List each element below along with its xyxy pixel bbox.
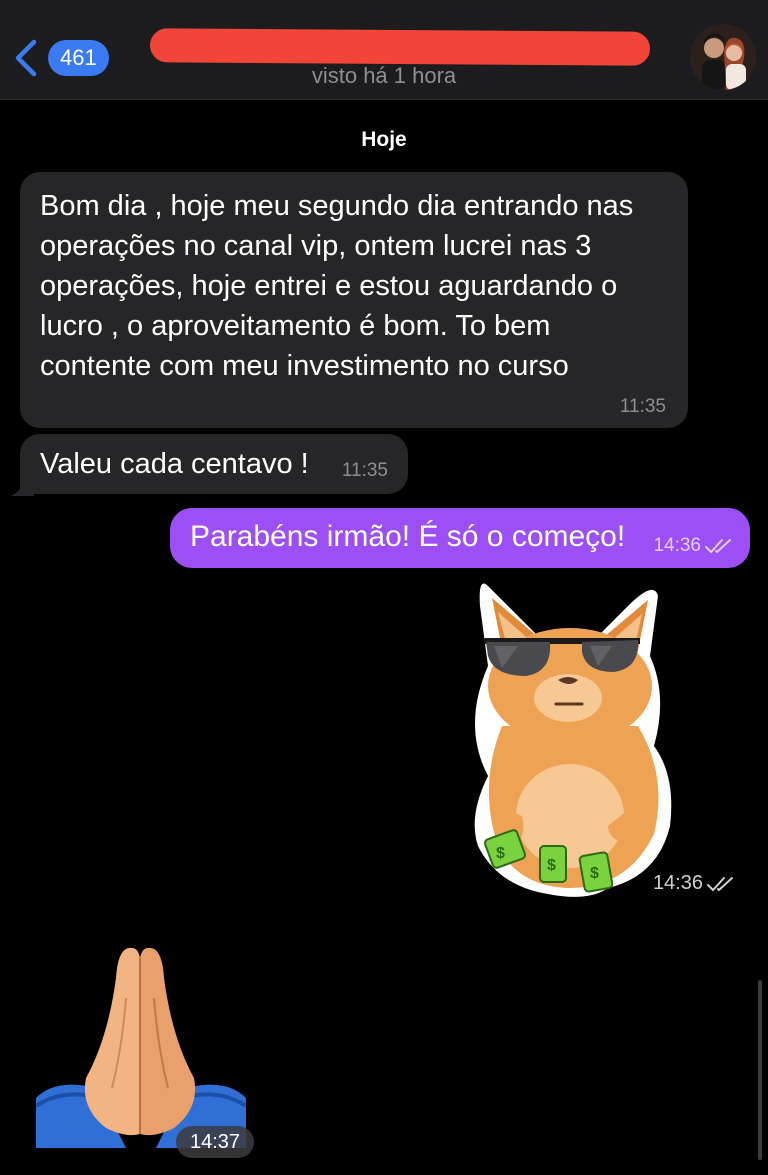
message-time: 11:35 [619,396,666,417]
emoji-time-pill: 14:37 [176,1126,254,1158]
bubble-tail [10,478,34,496]
avatar-photo [690,24,756,90]
svg-text:$: $ [590,865,599,882]
message-bubble-incoming[interactable]: Valeu cada centavo ! 11:35 [20,434,408,494]
contact-avatar[interactable] [690,24,756,90]
message-bubble-outgoing[interactable]: Parabéns irmão! É só o começo! 14:36 [170,508,750,568]
message-time: 14:36 [653,535,701,556]
chat-header: 461 visto há 1 hora [0,0,768,100]
cool-cat-sticker[interactable]: $ $ $ [458,576,678,906]
date-label: Hoje [361,128,407,151]
message-text: Bom dia , hoje meu segundo dia entrando … [40,190,634,382]
sticker-time-with-status: 14:36 [653,872,736,895]
date-separator: Hoje [0,126,768,154]
double-check-icon [707,876,733,891]
message-bubble-incoming[interactable]: Bom dia , hoje meu segundo dia entrando … [20,172,688,428]
message-text: Valeu cada centavo ! [40,448,309,480]
svg-text:$: $ [496,845,505,862]
message-time: 14:37 [189,1130,241,1153]
folded-hands-emoji[interactable] [36,938,246,1158]
message-time: 14:36 [652,872,703,894]
double-check-icon [705,539,731,554]
redacted-contact-name[interactable] [149,28,651,66]
message-time: 11:35 [341,460,388,481]
svg-text:$: $ [547,857,556,874]
message-time-with-status: 14:36 [653,535,734,557]
scrollbar[interactable] [758,980,762,1160]
last-seen-status: visto há 1 hora [311,63,457,88]
